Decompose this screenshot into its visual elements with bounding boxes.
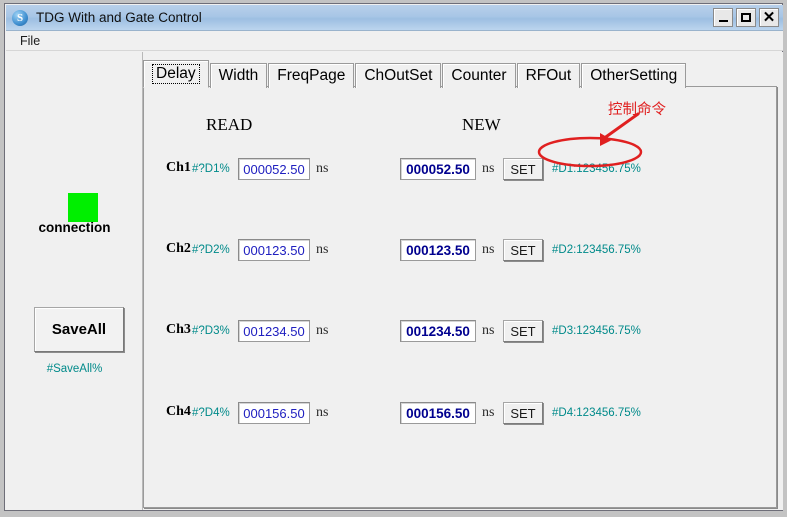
set-button-ch1[interactable]: SET: [503, 158, 543, 180]
tab-width[interactable]: Width: [209, 63, 268, 88]
close-icon: ✕: [762, 8, 776, 26]
minimize-icon: [718, 20, 728, 22]
tab-delay-label: Delay: [152, 64, 200, 84]
set-button-ch2[interactable]: SET: [503, 239, 543, 261]
application-window: S TDG With and Gate Control ✕ File conne…: [4, 3, 783, 511]
tab-rfout[interactable]: RFOut: [516, 63, 581, 88]
window-title: TDG With and Gate Control: [36, 10, 202, 25]
window-controls: ✕: [713, 8, 779, 27]
screenshot-root: S TDG With and Gate Control ✕ File conne…: [0, 0, 787, 517]
tab-freqpage[interactable]: FreqPage: [268, 63, 355, 88]
title-bar: S TDG With and Gate Control ✕: [6, 5, 783, 31]
connection-label: connection: [38, 220, 111, 235]
set-button-ch4[interactable]: SET: [503, 402, 543, 424]
tab-delay[interactable]: Delay: [143, 60, 209, 88]
menu-item-file[interactable]: File: [13, 33, 47, 49]
delay-tab-panel: READ NEW Ch1 #?D1% 000052.50 ns 000052.5…: [143, 86, 777, 508]
save-all-command-text: #SaveAll%: [46, 363, 103, 375]
channel-row: Ch3 #?D3% 001234.50 ns 001234.50 ns SET …: [144, 319, 778, 345]
read-command-ch1: #?D1%: [192, 163, 230, 175]
channel-row: Ch4 #?D4% 000156.50 ns 000156.50 ns SET …: [144, 401, 778, 427]
read-command-ch4: #?D4%: [192, 407, 230, 419]
new-command-ch1: #D1:123456.75%: [552, 163, 641, 175]
read-column-heading: READ: [206, 115, 253, 134]
tab-othersetting[interactable]: OtherSetting: [581, 63, 687, 88]
read-command-ch2: #?D2%: [192, 244, 230, 256]
read-value-field-ch2[interactable]: 000123.50: [238, 239, 310, 261]
new-command-ch3: #D3:123456.75%: [552, 325, 641, 337]
channel-row: Ch2 #?D2% 000123.50 ns 000123.50 ns SET …: [144, 238, 778, 264]
read-command-ch3: #?D3%: [192, 325, 230, 337]
read-value-field-ch3[interactable]: 001234.50: [238, 320, 310, 342]
tab-choutset-label: ChOutSet: [364, 67, 433, 84]
tab-counter[interactable]: Counter: [442, 63, 516, 88]
read-unit-ch4: ns: [316, 405, 329, 420]
new-command-ch4: #D4:123456.75%: [552, 407, 641, 419]
channel-label-ch2: Ch2: [166, 241, 191, 256]
read-value-field-ch1[interactable]: 000052.50: [238, 158, 310, 180]
read-value-field-ch4[interactable]: 000156.50: [238, 402, 310, 424]
minimize-button[interactable]: [713, 8, 733, 27]
left-panel: connection SaveAll #SaveAll%: [6, 52, 143, 510]
new-value-field-ch4[interactable]: 000156.50: [400, 402, 476, 424]
new-value-field-ch3[interactable]: 001234.50: [400, 320, 476, 342]
connection-led-icon: [68, 193, 98, 222]
save-all-button[interactable]: SaveAll: [34, 307, 124, 352]
tab-control: Delay Width FreqPage ChOutSet Counter RF…: [143, 60, 777, 508]
new-unit-ch2: ns: [482, 242, 495, 257]
tab-freqpage-label: FreqPage: [277, 67, 346, 84]
channel-row: Ch1 #?D1% 000052.50 ns 000052.50 ns SET …: [144, 157, 778, 183]
new-value-field-ch1[interactable]: 000052.50: [400, 158, 476, 180]
tab-counter-label: Counter: [451, 67, 507, 84]
tab-strip: Delay Width FreqPage ChOutSet Counter RF…: [143, 60, 687, 88]
close-button[interactable]: ✕: [759, 8, 779, 27]
read-unit-ch1: ns: [316, 161, 329, 176]
channel-label-ch1: Ch1: [166, 160, 191, 175]
read-unit-ch2: ns: [316, 242, 329, 257]
maximize-icon: [741, 13, 751, 22]
new-unit-ch3: ns: [482, 323, 495, 338]
tab-choutset[interactable]: ChOutSet: [355, 63, 442, 88]
app-s-icon: S: [12, 9, 28, 26]
new-unit-ch1: ns: [482, 161, 495, 176]
new-unit-ch4: ns: [482, 405, 495, 420]
channel-label-ch3: Ch3: [166, 322, 191, 337]
new-command-ch2: #D2:123456.75%: [552, 244, 641, 256]
body-area: connection SaveAll #SaveAll% Delay Width…: [6, 52, 783, 510]
set-button-ch3[interactable]: SET: [503, 320, 543, 342]
tab-width-label: Width: [218, 67, 259, 84]
read-unit-ch3: ns: [316, 323, 329, 338]
tab-rfout-label: RFOut: [525, 67, 572, 84]
tab-othersetting-label: OtherSetting: [590, 67, 678, 84]
new-column-heading: NEW: [462, 115, 501, 134]
menu-bar: File: [6, 31, 783, 51]
channel-label-ch4: Ch4: [166, 404, 191, 419]
maximize-button[interactable]: [736, 8, 756, 27]
new-value-field-ch2[interactable]: 000123.50: [400, 239, 476, 261]
